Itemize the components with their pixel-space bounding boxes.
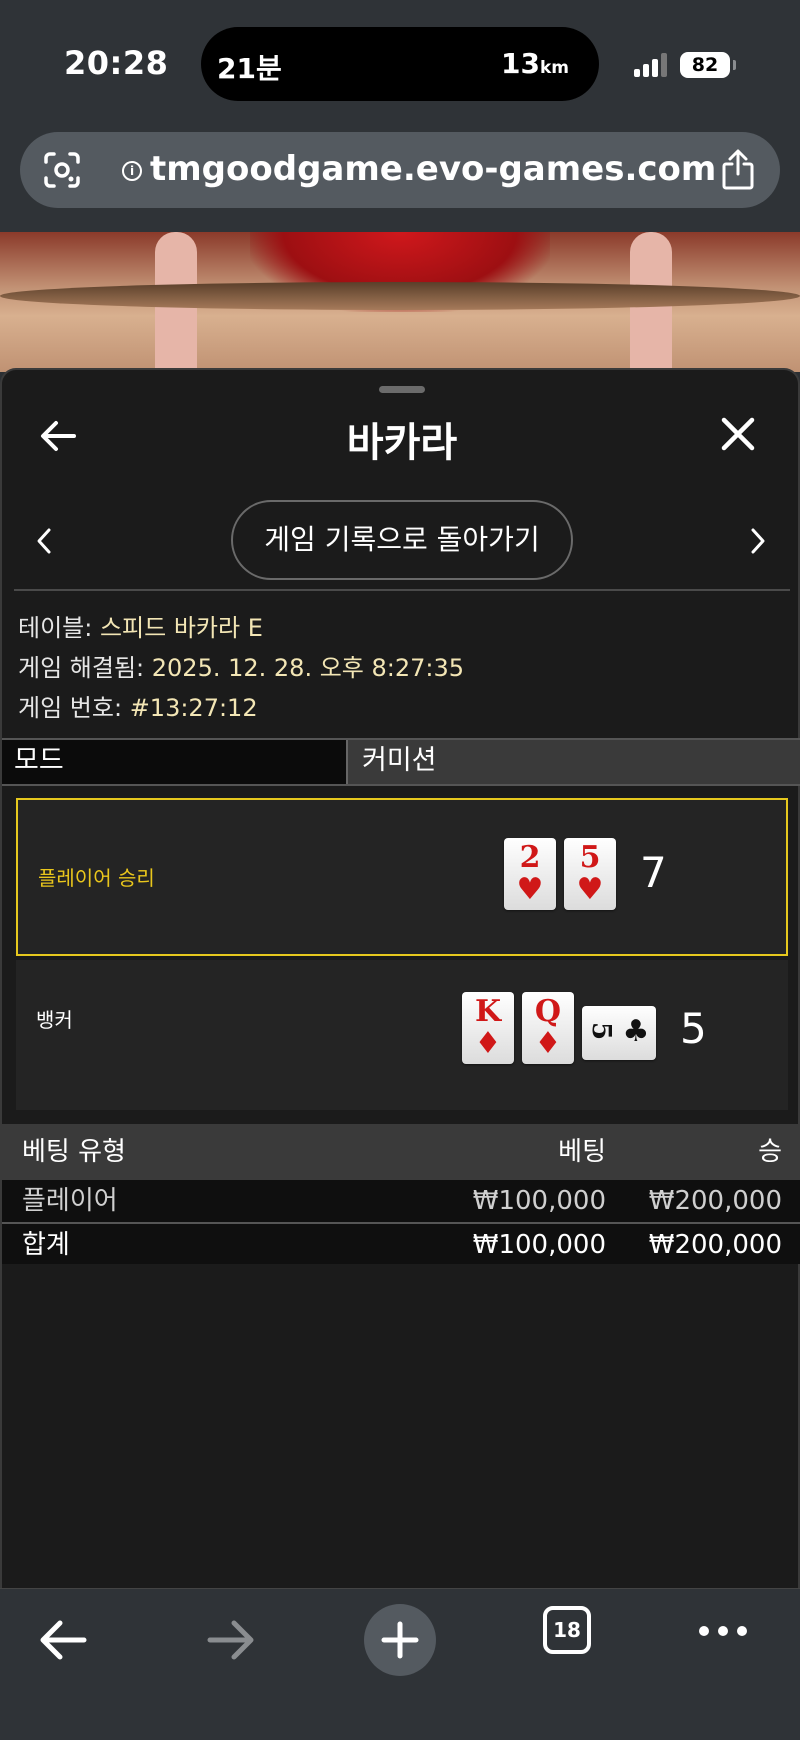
card-rank: 2	[519, 840, 541, 875]
share-icon[interactable]	[718, 148, 758, 192]
island-right-text: 13km	[501, 47, 569, 80]
resolved-info: 게임 해결됨: 2025. 12. 28. 오후 8:27:35	[18, 648, 464, 683]
table-value: 스피드 바카라 E	[99, 614, 263, 642]
diamond-suit-icon: ♦	[534, 1026, 562, 1061]
url-text[interactable]: tmgoodgame.evo-games.com	[150, 149, 716, 189]
playing-card-sideways: 5 ♣	[582, 1006, 656, 1060]
resolved-value: 2025. 12. 28. 오후 8:27:35	[151, 654, 465, 682]
battery-icon: 82	[680, 52, 736, 78]
win-amount-cell: ₩200,000	[648, 1186, 782, 1216]
island-distance: 13	[501, 47, 540, 80]
close-icon[interactable]	[718, 414, 758, 454]
back-to-history-button[interactable]: 게임 기록으로 돌아가기	[231, 500, 573, 580]
panel-title: 바카라	[346, 420, 458, 466]
heart-suit-icon: ♥	[576, 872, 604, 907]
lens-icon[interactable]	[42, 150, 82, 190]
card-rank: 5	[579, 840, 601, 875]
banker-result-row: 뱅커 K ♦ Q ♦ 5 ♣ 5	[16, 960, 788, 1110]
heart-suit-icon: ♥	[516, 872, 544, 907]
bet-amount-cell: ₩100,000	[472, 1186, 606, 1216]
table-row: 플레이어 ₩100,000 ₩200,000	[2, 1180, 800, 1222]
new-tab-button[interactable]	[364, 1604, 436, 1676]
island-distance-unit: km	[539, 58, 569, 78]
game-history-panel: 바카라 게임 기록으로 돌아가기 테이블: 스피드 바카라 E 게임 해결됨: …	[0, 368, 800, 1588]
drag-handle[interactable]	[379, 386, 425, 393]
banker-result-label: 뱅커	[36, 1008, 73, 1032]
divider	[14, 589, 790, 591]
total-label: 합계	[22, 1230, 70, 1260]
status-time: 20:28	[64, 44, 169, 82]
header-bet: 베팅	[558, 1137, 606, 1167]
player-score: 7	[640, 848, 667, 897]
more-dots-icon[interactable]	[698, 1625, 748, 1637]
browser-toolbar: 18	[0, 1588, 800, 1740]
tabs-count-icon[interactable]: 18	[543, 1606, 591, 1654]
player-result-row: 플레이어 승리 2 ♥ 5 ♥ 7	[16, 798, 788, 956]
bets-table-header: 베팅 유형 베팅 승	[2, 1124, 800, 1180]
island-left-text: 21분	[217, 52, 282, 85]
playing-card: 2 ♥	[504, 838, 556, 910]
live-video-feed	[0, 232, 800, 372]
banker-score: 5	[680, 1004, 707, 1053]
signal-icon	[634, 53, 668, 77]
resolved-label: 게임 해결됨:	[18, 654, 145, 682]
video-table-rail	[0, 282, 800, 310]
total-win: ₩200,000	[648, 1230, 782, 1260]
club-suit-icon: ♣	[622, 1014, 650, 1049]
tab-mode[interactable]: 모드	[2, 740, 348, 784]
game-number-info: 게임 번호: #13:27:12	[18, 688, 258, 723]
mode-tabs: 모드 커미션	[2, 738, 800, 786]
diamond-suit-icon: ♦	[474, 1026, 502, 1061]
info-icon[interactable]: i	[122, 161, 142, 181]
playing-card: Q ♦	[522, 992, 574, 1064]
card-rank: Q	[534, 994, 562, 1029]
card-rank: 5	[586, 1021, 616, 1041]
chevron-left-icon[interactable]	[34, 526, 54, 556]
playing-card: K ♦	[462, 992, 514, 1064]
browser-address-area: i tmgoodgame.evo-games.com	[0, 120, 800, 232]
table-info: 테이블: 스피드 바카라 E	[18, 608, 263, 643]
header-bet-type: 베팅 유형	[22, 1137, 126, 1167]
header-win: 승	[758, 1137, 782, 1167]
tab-commission[interactable]: 커미션	[350, 740, 800, 784]
browser-back-icon[interactable]	[38, 1615, 88, 1665]
chevron-right-icon[interactable]	[748, 526, 768, 556]
status-bar: 20:28 21분 13km 82	[0, 0, 800, 120]
game-number-label: 게임 번호:	[18, 694, 123, 722]
total-row: 합계 ₩100,000 ₩200,000	[2, 1222, 800, 1264]
new-tab-plus-icon	[381, 1621, 419, 1659]
card-rank: K	[474, 994, 502, 1029]
playing-card: 5 ♥	[564, 838, 616, 910]
bet-type-cell: 플레이어	[22, 1186, 118, 1216]
address-bar[interactable]: i tmgoodgame.evo-games.com	[20, 132, 780, 208]
table-label: 테이블:	[18, 614, 93, 642]
browser-forward-icon[interactable]	[206, 1615, 256, 1665]
game-number-value: #13:27:12	[129, 694, 258, 722]
dynamic-island[interactable]: 21분 13km	[201, 27, 599, 101]
total-bet: ₩100,000	[472, 1230, 606, 1260]
player-result-label: 플레이어 승리	[38, 866, 155, 890]
